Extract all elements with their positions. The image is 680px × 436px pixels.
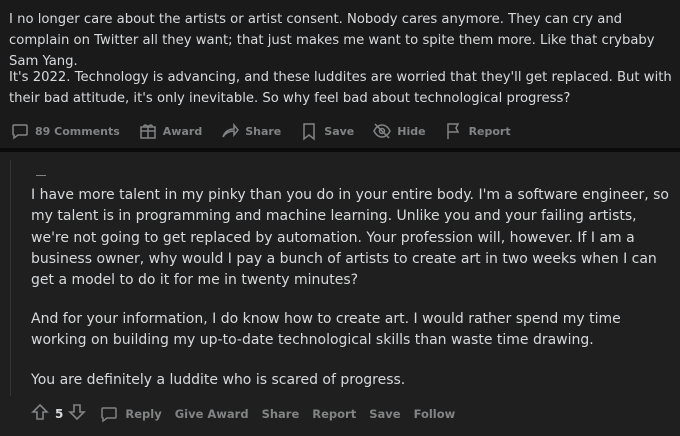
comment-icon [12,124,28,140]
share-button[interactable]: Share [262,407,300,421]
report-button[interactable]: Report [312,407,356,421]
share-button[interactable]: Share [220,121,281,141]
hide-icon [373,123,392,139]
comments-label: 89 Comments [35,124,120,138]
comment-icon [101,407,118,423]
downvote-button[interactable] [67,402,87,426]
report-button[interactable]: Report [444,121,511,141]
post-action-bar: 89 Comments Award Share Save Hide Report [10,119,529,143]
save-label: Save [324,124,355,138]
comment-action-bar: 5 Reply Give Award Share Report Save Fol… [30,402,468,426]
reply-label: Reply [125,407,162,421]
downvote-arrow-icon [68,404,87,421]
post-paragraph: It's 2022. Technology is advancing, and … [9,70,672,106]
share-icon [222,122,240,138]
thread-line[interactable] [10,160,11,396]
gift-icon [140,124,156,139]
comment-paragraph: And for your information, I do know how … [31,311,621,349]
report-label: Report [468,124,511,138]
comment: I have more talent in my pinky than you … [0,152,680,436]
hide-label: Hide [397,124,426,138]
give-award-button[interactable]: Give Award [175,407,249,421]
award-label: Award [162,124,203,138]
reply-button[interactable]: Reply [99,404,162,424]
comment-paragraph: You are definitely a luddite who is scar… [31,372,406,388]
post-paragraph: I no longer care about the artists or ar… [9,12,655,69]
upvote-arrow-icon [31,403,49,420]
bookmark-icon [303,123,316,141]
follow-button[interactable]: Follow [414,407,456,421]
save-button[interactable]: Save [299,121,354,141]
flag-icon [446,123,459,139]
post-body: I no longer care about the artists or ar… [0,0,680,148]
vote-score: 5 [55,407,64,421]
collapse-indicator [36,175,46,176]
comment-paragraph: I have more talent in my pinky than you … [31,187,669,289]
hide-button[interactable]: Hide [372,121,426,141]
share-label: Share [245,124,282,138]
save-button[interactable]: Save [369,407,400,421]
award-button[interactable]: Award [138,121,202,141]
upvote-button[interactable] [30,402,50,426]
comments-button[interactable]: 89 Comments [10,121,120,141]
